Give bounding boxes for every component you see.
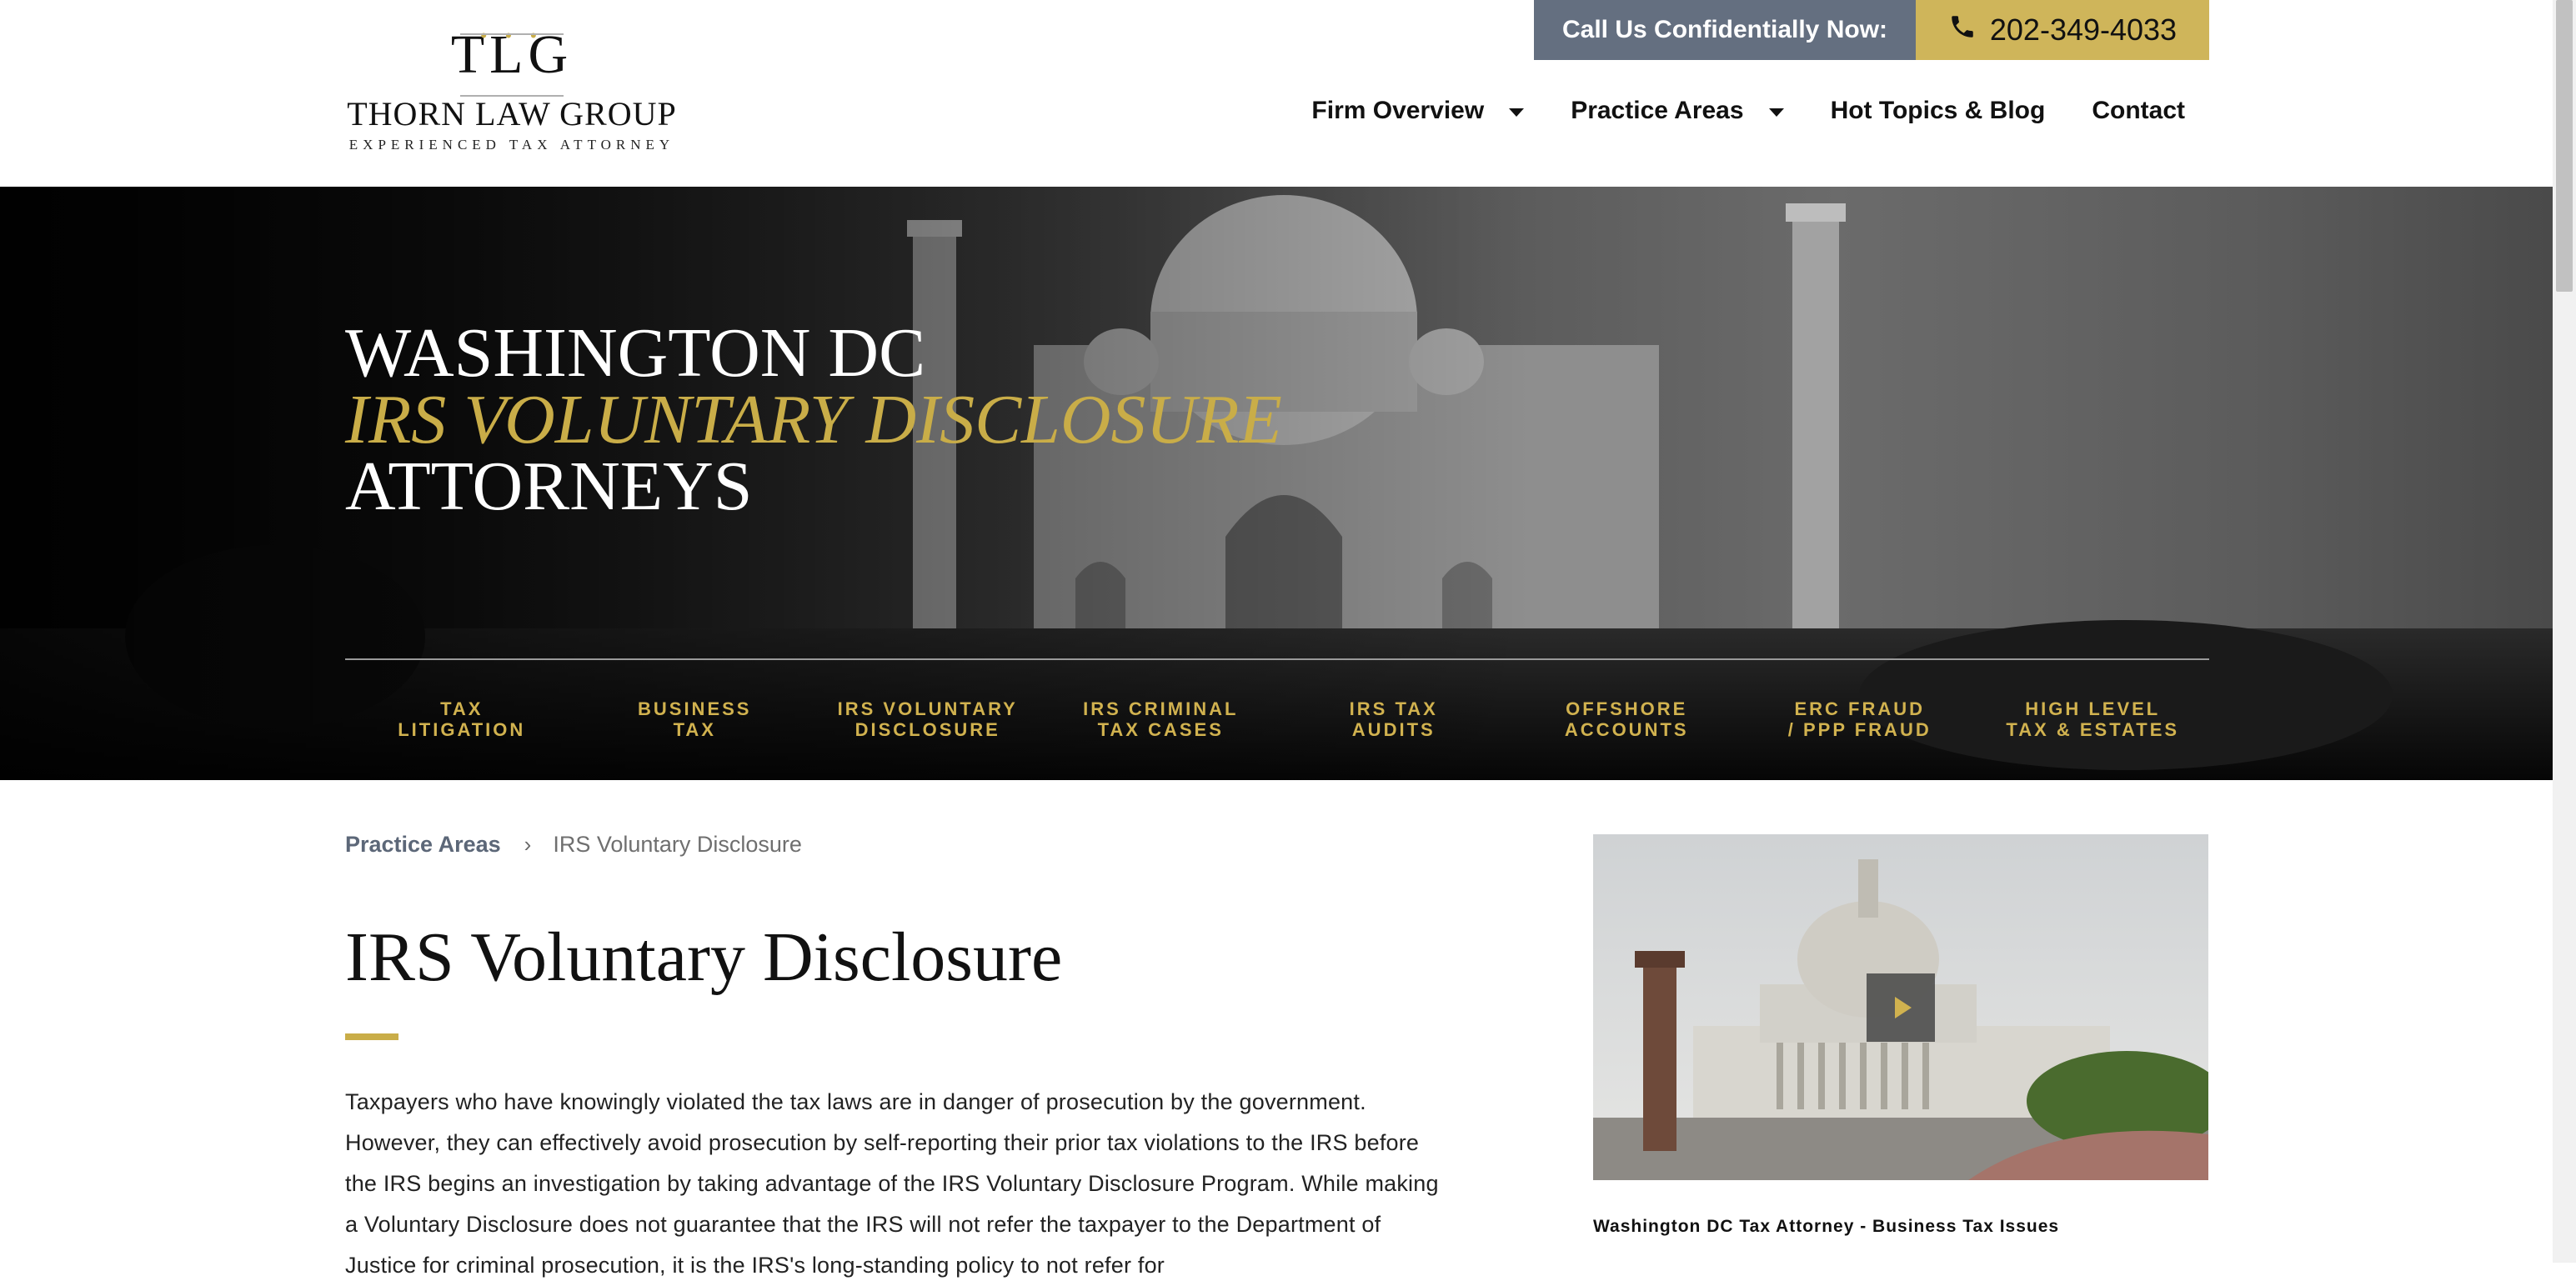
video-player[interactable] bbox=[1593, 834, 2208, 1180]
practice-link-irs-criminal-tax-cases[interactable]: IRS CRIMINAL TAX CASES bbox=[1045, 698, 1278, 740]
main-nav: Firm Overview Practice Areas Hot Topics … bbox=[1311, 97, 2185, 125]
logo-rule-bottom bbox=[460, 95, 564, 97]
site-logo[interactable]: • • • TLG THORN LAW GROUP EXPERIENCED TA… bbox=[345, 23, 679, 160]
hero-title: WASHINGTON DC IRS VOLUNTARY DISCLOSURE A… bbox=[345, 314, 1282, 525]
practice-link-business-tax[interactable]: BUSINESS TAX bbox=[579, 698, 812, 740]
hero-divider bbox=[345, 658, 2209, 660]
nav-practice-areas[interactable]: Practice Areas bbox=[1571, 97, 1784, 125]
chevron-right-icon: › bbox=[524, 832, 532, 857]
site-header: • • • TLG THORN LAW GROUP EXPERIENCED TA… bbox=[0, 0, 2553, 187]
intro-text: Taxpayers who have knowingly violated th… bbox=[345, 1082, 1446, 1286]
logo-rule-top bbox=[460, 33, 564, 35]
hero-title-line2: IRS VOLUNTARY DISCLOSURE bbox=[345, 381, 1282, 458]
intro-paragraph: Taxpayers who have knowingly violated th… bbox=[345, 1089, 1439, 1278]
nav-hot-topics-blog[interactable]: Hot Topics & Blog bbox=[1831, 97, 2046, 125]
practice-link-offshore-accounts[interactable]: OFFSHORE ACCOUNTS bbox=[1511, 698, 1744, 740]
practice-link-irs-voluntary-disclosure[interactable]: IRS VOLUNTARY DISCLOSURE bbox=[811, 698, 1045, 740]
nav-label: Contact bbox=[2092, 97, 2185, 124]
play-button[interactable] bbox=[1867, 973, 1935, 1042]
phone-number: 202-349-4033 bbox=[1989, 13, 2178, 47]
hero-title-line3: ATTORNEYS bbox=[345, 448, 753, 525]
hero-title-line1: WASHINGTON DC bbox=[345, 314, 926, 392]
breadcrumb-parent-link[interactable]: Practice Areas bbox=[345, 832, 501, 858]
nav-label: Firm Overview bbox=[1311, 97, 1485, 124]
video-caption: Washington DC Tax Attorney - Business Ta… bbox=[1593, 1217, 2060, 1236]
caret-down-icon bbox=[1509, 108, 1525, 117]
phone-icon bbox=[1948, 13, 1977, 48]
scrollbar-thumb[interactable] bbox=[2556, 0, 2573, 292]
logo-tagline: EXPERIENCED TAX ATTORNEY bbox=[348, 137, 675, 153]
title-underline bbox=[345, 1033, 398, 1040]
page-scrollbar[interactable] bbox=[2553, 0, 2576, 1263]
nav-label: Hot Topics & Blog bbox=[1830, 97, 2046, 124]
call-bar: Call Us Confidentially Now: 202-349-4033 bbox=[1534, 0, 2209, 60]
breadcrumb: Practice Areas › IRS Voluntary Disclosur… bbox=[345, 832, 802, 858]
caret-down-icon bbox=[1768, 108, 1784, 117]
breadcrumb-current: IRS Voluntary Disclosure bbox=[553, 832, 802, 857]
practice-area-links: TAX LITIGATION BUSINESS TAX IRS VOLUNTAR… bbox=[345, 698, 2209, 740]
nav-firm-overview[interactable]: Firm Overview bbox=[1311, 97, 1525, 125]
nav-label: Practice Areas bbox=[1571, 97, 1744, 124]
nav-contact[interactable]: Contact bbox=[2092, 97, 2185, 125]
practice-link-tax-litigation[interactable]: TAX LITIGATION bbox=[345, 698, 579, 740]
practice-link-high-level-tax-estates[interactable]: HIGH LEVEL TAX & ESTATES bbox=[1977, 698, 2210, 740]
practice-link-irs-tax-audits[interactable]: IRS TAX AUDITS bbox=[1277, 698, 1511, 740]
phone-link[interactable]: 202-349-4033 bbox=[1916, 0, 2209, 60]
play-icon bbox=[1895, 997, 1912, 1018]
practice-link-erc-ppp-fraud[interactable]: ERC FRAUD / PPP FRAUD bbox=[1743, 698, 1977, 740]
logo-name: THORN LAW GROUP bbox=[347, 95, 677, 133]
call-label: Call Us Confidentially Now: bbox=[1534, 0, 1916, 60]
page-title: IRS Voluntary Disclosure bbox=[345, 918, 1063, 996]
logo-ornament: • • • bbox=[480, 25, 544, 46]
hero-banner: WASHINGTON DC IRS VOLUNTARY DISCLOSURE A… bbox=[0, 187, 2553, 780]
